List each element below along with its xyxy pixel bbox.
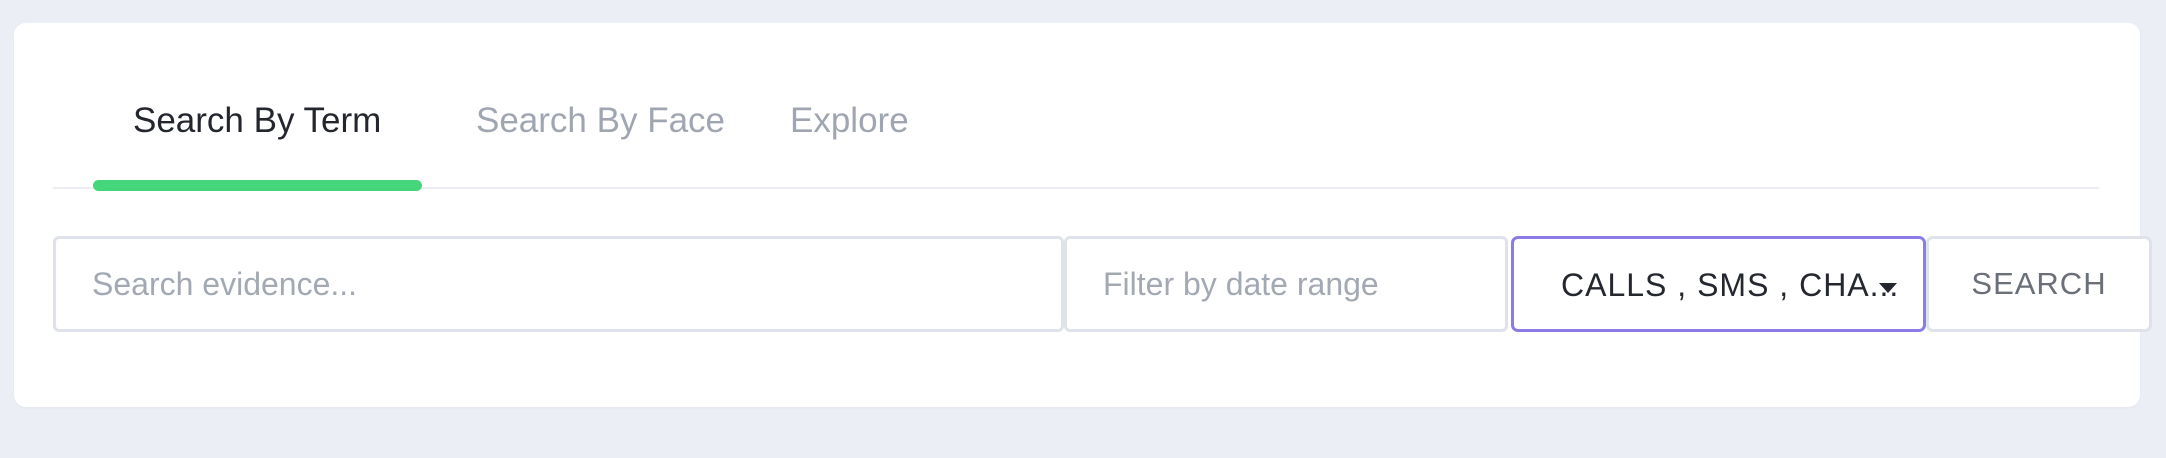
tab-explore[interactable]: Explore: [790, 103, 909, 138]
search-button[interactable]: SEARCH: [1926, 236, 2152, 332]
caret-down-icon: [1879, 283, 1897, 293]
search-input[interactable]: [53, 236, 1064, 332]
active-tab-indicator: [93, 180, 422, 191]
tab-search-by-face[interactable]: Search By Face: [476, 103, 725, 138]
search-panel: Search By Term Search By Face Explore CA…: [14, 23, 2152, 407]
date-range-input[interactable]: [1064, 236, 1508, 332]
search-form: CALLS , SMS , CHA... SEARCH: [53, 236, 2152, 336]
evidence-type-select[interactable]: CALLS , SMS , CHA...: [1511, 236, 1926, 332]
evidence-type-selected-value: CALLS , SMS , CHA...: [1561, 267, 1900, 303]
tab-search-by-term[interactable]: Search By Term: [133, 103, 381, 138]
tab-bar: Search By Term Search By Face Explore: [53, 23, 2099, 191]
